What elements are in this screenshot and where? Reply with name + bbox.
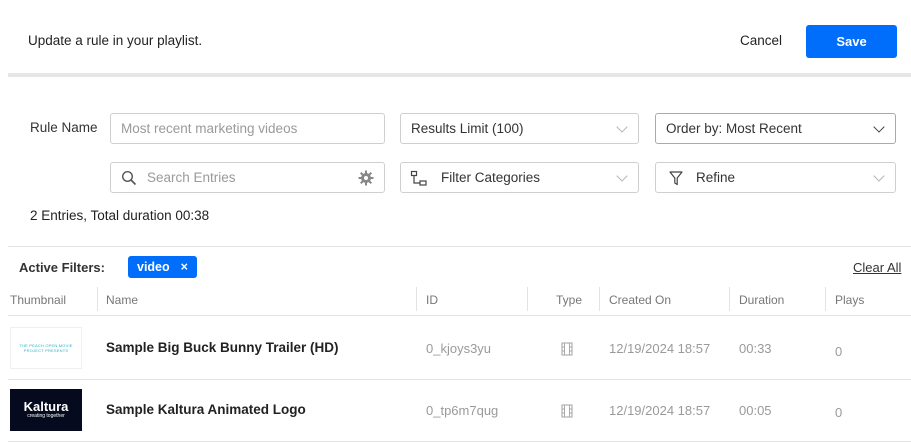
column-header-duration[interactable]: Duration: [739, 293, 784, 307]
category-tree-icon: [410, 170, 427, 186]
entry-id: 0_tp6m7qug: [426, 403, 499, 418]
search-icon: [121, 170, 137, 186]
rule-name-input[interactable]: [110, 113, 385, 144]
results-limit-value: Results Limit (100): [411, 121, 524, 136]
order-by-value: Order by: Most Recent: [666, 121, 802, 136]
kaltura-tagline: creating together: [27, 413, 65, 419]
refine-select[interactable]: Refine: [655, 162, 896, 193]
filter-categories-select[interactable]: Filter Categories: [400, 162, 639, 193]
entry-created-on: 12/19/2024 18:57: [609, 341, 711, 356]
results-limit-select[interactable]: Results Limit (100): [400, 113, 639, 144]
active-filters-label: Active Filters:: [19, 260, 105, 275]
entry-id: 0_kjoys3yu: [426, 341, 492, 356]
chevron-down-icon: [616, 170, 628, 182]
chevron-down-icon: [873, 121, 885, 133]
filter-chip-video: video ×: [128, 256, 197, 278]
column-separator: [825, 287, 826, 311]
entry-duration: 00:05: [739, 403, 772, 418]
entry-name[interactable]: Sample Kaltura Animated Logo: [106, 402, 306, 417]
column-header-name[interactable]: Name: [106, 293, 138, 307]
entries-summary: 2 Entries, Total duration 00:38: [30, 208, 210, 223]
row-divider: [8, 441, 911, 442]
chevron-down-icon: [873, 170, 885, 182]
column-header-thumbnail: Thumbnail: [10, 293, 67, 307]
column-separator: [599, 287, 600, 311]
column-header-id[interactable]: ID: [426, 293, 438, 307]
column-separator: [527, 287, 528, 311]
cancel-button[interactable]: Cancel: [740, 33, 782, 48]
thumbnail-image: Kaltura creating together: [10, 389, 82, 431]
rule-name-label: Rule Name: [30, 120, 98, 135]
save-button[interactable]: Save: [806, 25, 897, 58]
filter-categories-label: Filter Categories: [441, 170, 541, 185]
video-type-icon: [561, 404, 573, 418]
entry-plays: 0: [835, 344, 843, 359]
gear-icon[interactable]: [358, 170, 374, 186]
order-by-select[interactable]: Order by: Most Recent: [655, 113, 896, 144]
column-separator: [416, 287, 417, 311]
kaltura-logo-text: Kaltura: [23, 399, 69, 414]
entry-name[interactable]: Sample Big Buck Bunny Trailer (HD): [106, 340, 339, 355]
page-title: Update a rule in your playlist.: [28, 33, 203, 48]
column-separator: [729, 287, 730, 311]
table-header-divider: [8, 315, 911, 316]
remove-filter-icon[interactable]: ×: [181, 260, 188, 274]
clear-all-link[interactable]: Clear All: [853, 260, 901, 275]
refine-label: Refine: [696, 170, 736, 185]
section-divider: [8, 246, 911, 247]
thumbnail-caption: THE PEACH OPEN MOVIE PROJECT PRESENTS: [19, 343, 73, 353]
video-type-icon: [561, 342, 573, 356]
filter-chip-label: video: [137, 260, 170, 274]
search-entries-field[interactable]: Search Entries: [110, 162, 385, 193]
header-divider: [8, 73, 911, 77]
column-header-type[interactable]: Type: [556, 293, 582, 307]
row-divider: [8, 379, 911, 380]
entry-plays: 0: [835, 405, 843, 420]
chevron-down-icon: [616, 121, 628, 133]
entry-duration: 00:33: [739, 341, 772, 356]
column-header-plays[interactable]: Plays: [835, 293, 864, 307]
column-header-created-on[interactable]: Created On: [609, 293, 671, 307]
search-entries-placeholder: Search Entries: [147, 170, 236, 185]
entry-created-on: 12/19/2024 18:57: [609, 403, 711, 418]
column-separator: [97, 287, 98, 311]
thumbnail-image: THE PEACH OPEN MOVIE PROJECT PRESENTS: [10, 327, 82, 369]
filter-funnel-icon: [669, 171, 683, 186]
